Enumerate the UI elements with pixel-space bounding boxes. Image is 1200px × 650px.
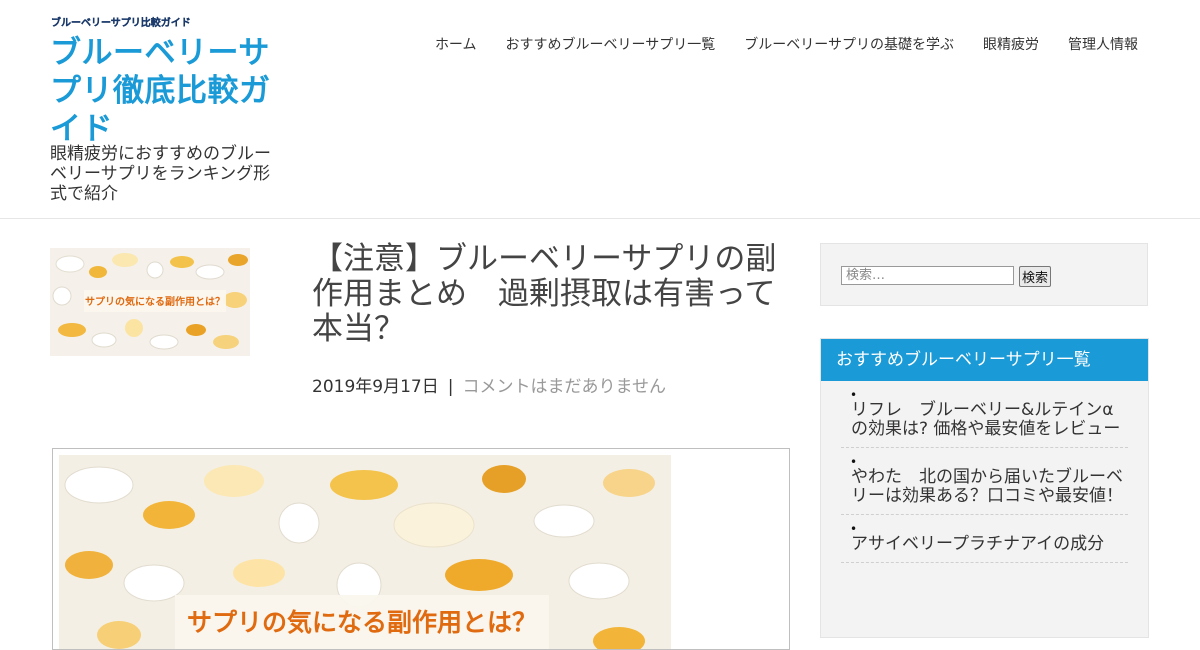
list-item: • やわた 北の国から届いたブルーベリーは効果ある？口コミや最安値！ [841,448,1128,515]
site-logo[interactable]: ブルーベリーサプリ比較ガイド [50,14,210,30]
post-thumbnail[interactable]: サプリの気になる副作用とは？ [50,248,250,356]
nav-item-home[interactable]: ホーム [435,36,477,54]
nav-item-recommended-list[interactable]: おすすめブルーベリーサプリ一覧 [506,36,716,54]
list-item: • リフレ ブルーベリー&ルテインαの効果は? 価格や最安値をレビュー [841,381,1128,448]
site-header: ブルーベリーサプリ比較ガイド ブルーベリーサプリ徹底比較ガイド 眼精疲労におすす… [0,0,1200,219]
featured-image-frame: サプリの気になる副作用とは？ [52,448,790,650]
widget-title: おすすめブルーベリーサプリ一覧 [821,339,1148,381]
search-button[interactable]: 検索 [1019,266,1052,287]
site-title[interactable]: ブルーベリーサプリ徹底比較ガイド [50,34,280,148]
post-meta: 2019年9月17日 | コメントはまだありません [312,372,666,397]
widget-link-refure[interactable]: リフレ ブルーベリー&ルテインαの効果は? 価格や最安値をレビュー [851,401,1128,439]
nav-item-basics[interactable]: ブルーベリーサプリの基礎を学ぶ [744,36,954,54]
widget-list: • リフレ ブルーベリー&ルテインαの効果は? 価格や最安値をレビュー • やわ… [821,381,1148,563]
logo-graphic: ブルーベリーサプリ比較ガイド [51,16,191,29]
post-title[interactable]: 【注意】ブルーベリーサプリの副作用まとめ 過剰摂取は有害って本当？ [312,242,782,347]
site-description: 眼精疲労におすすめのブルーベリーサプリをランキング形式で紹介 [50,144,271,204]
list-item: • アサイベリープラチナアイの成分 [841,515,1128,563]
recommended-widget: おすすめブルーベリーサプリ一覧 • リフレ ブルーベリー&ルテインαの効果は? … [820,338,1149,638]
supplement-pills-image: サプリの気になる副作用とは？ [50,248,250,356]
search-input[interactable] [841,266,1014,285]
logo-text: ブルーベリーサプリ比較ガイド [51,16,191,29]
comments-link[interactable]: コメントはまだありません [462,377,666,397]
featured-image: サプリの気になる副作用とは？ [59,455,671,649]
widget-link-acai-platinum-eye[interactable]: アサイベリープラチナアイの成分 [851,535,1128,554]
search-widget: 検索 [820,243,1148,306]
main-navigation: ホーム おすすめブルーベリーサプリ一覧 ブルーベリーサプリの基礎を学ぶ 眼精疲労… [435,36,1138,54]
widget-link-yawata[interactable]: やわた 北の国から届いたブルーベリーは効果ある？口コミや最安値！ [851,468,1128,506]
nav-item-admin-info[interactable]: 管理人情報 [1068,36,1138,54]
thumbnail-caption: サプリの気になる副作用とは？ [85,295,225,308]
post-date: 2019年9月17日 [312,377,439,397]
meta-separator: | [447,377,454,397]
nav-item-eye-strain[interactable]: 眼精疲労 [983,36,1039,54]
featured-caption: サプリの気になる副作用とは？ [175,595,550,649]
